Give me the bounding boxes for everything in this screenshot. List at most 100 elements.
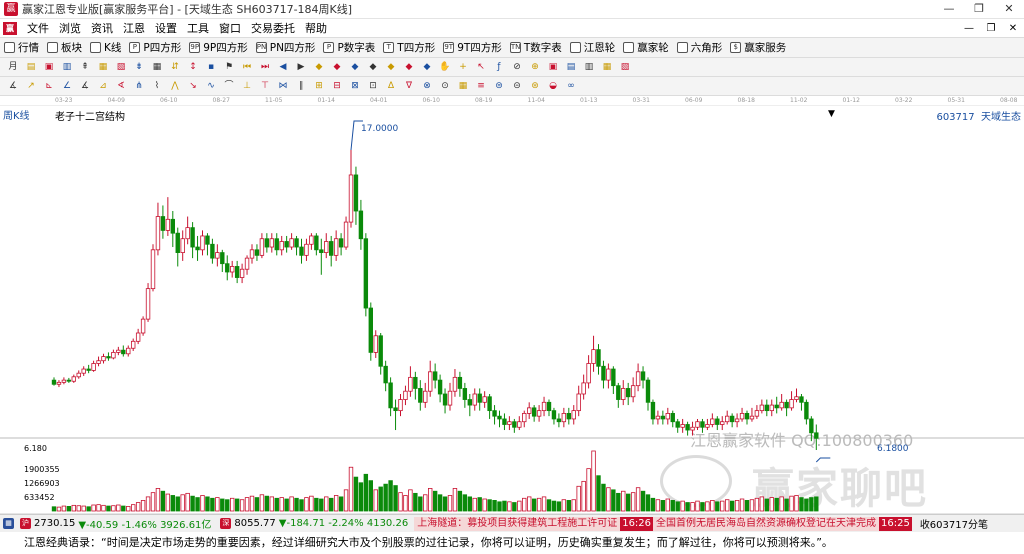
chart-tool-18-icon[interactable]: ◆ <box>330 60 344 74</box>
chart-tool-12-icon[interactable]: ⚑ <box>222 60 236 74</box>
toolbar-item-4[interactable]: 9P 9P四方形 <box>185 40 252 55</box>
toolbar-item-7[interactable]: T T四方形 <box>379 40 439 55</box>
child-close-button[interactable]: ✕ <box>1002 19 1024 38</box>
chart-tool-33-icon[interactable]: ▦ <box>600 60 614 74</box>
toolbar-item-5[interactable]: PN PN四方形 <box>252 40 320 55</box>
close-button[interactable]: ✕ <box>994 0 1024 19</box>
draw-tool-19-icon[interactable]: ⊠ <box>348 79 362 93</box>
chart-tool-29-icon[interactable]: ⊕ <box>528 60 542 74</box>
toolbar-item-6[interactable]: P P数字表 <box>319 40 379 55</box>
draw-tool-22-icon[interactable]: ∇ <box>402 79 416 93</box>
chart-tool-2-icon[interactable]: ▣ <box>42 60 56 74</box>
chart-tool-25-icon[interactable]: + <box>456 60 470 74</box>
toolbar-item-13[interactable]: $ 赢家服务 <box>726 40 790 55</box>
menu-window[interactable]: 窗口 <box>214 20 246 36</box>
toolbar-item-0[interactable]: 行情 <box>0 40 43 55</box>
toolbar-item-11[interactable]: 赢家轮 <box>619 40 673 55</box>
chart-tool-9-icon[interactable]: ⇵ <box>168 60 182 74</box>
draw-tool-6-icon[interactable]: ∢ <box>114 79 128 93</box>
draw-tool-8-icon[interactable]: ⌇ <box>150 79 164 93</box>
chart-tool-19-icon[interactable]: ◆ <box>348 60 362 74</box>
child-restore-button[interactable]: ❐ <box>980 19 1002 38</box>
draw-tool-11-icon[interactable]: ∿ <box>204 79 218 93</box>
chart-tool-34-icon[interactable]: ▧ <box>618 60 632 74</box>
kline-chart[interactable] <box>0 120 1024 514</box>
menu-settings[interactable]: 设置 <box>150 20 182 36</box>
draw-tool-9-icon[interactable]: ⋀ <box>168 79 182 93</box>
toolbar-item-8[interactable]: 9T 9T四方形 <box>439 40 506 55</box>
chart-tool-22-icon[interactable]: ◆ <box>402 60 416 74</box>
draw-tool-20-icon[interactable]: ⊡ <box>366 79 380 93</box>
menu-trade[interactable]: 交易委托 <box>246 20 300 36</box>
chart-tool-5-icon[interactable]: ▦ <box>96 60 110 74</box>
chart-tool-30-icon[interactable]: ▣ <box>546 60 560 74</box>
chart-tool-14-icon[interactable]: ⏭ <box>258 60 272 74</box>
ticker-grid-icon[interactable]: ▦ <box>3 518 14 529</box>
chart-tool-17-icon[interactable]: ◆ <box>312 60 326 74</box>
chart-tool-10-icon[interactable]: ↕ <box>186 60 200 74</box>
chart-tool-23-icon[interactable]: ◆ <box>420 60 434 74</box>
chart-tool-15-icon[interactable]: ◀ <box>276 60 290 74</box>
chart-tool-26-icon[interactable]: ↖ <box>474 60 488 74</box>
draw-tool-28-icon[interactable]: ⊝ <box>510 79 524 93</box>
draw-tool-12-icon[interactable]: ⌒ <box>222 79 236 93</box>
chart-tool-4-icon[interactable]: ⇞ <box>78 60 92 74</box>
chart-tool-20-icon[interactable]: ◆ <box>366 60 380 74</box>
menu-browse[interactable]: 浏览 <box>54 20 86 36</box>
indicator-dropdown-icon[interactable]: ▼ <box>828 109 835 119</box>
news-ticker[interactable]: 上海隧道：募投项目获得建筑工程施工许可证 16:26 全国首例无居民海岛自然资源… <box>414 515 912 532</box>
menu-info[interactable]: 资讯 <box>86 20 118 36</box>
chart-tool-21-icon[interactable]: ◆ <box>384 60 398 74</box>
toolbar-item-10[interactable]: 江恩轮 <box>566 40 620 55</box>
draw-tool-5-icon[interactable]: ⊿ <box>96 79 110 93</box>
draw-tool-15-icon[interactable]: ⋈ <box>276 79 290 93</box>
toolbar-item-2[interactable]: K线 <box>86 40 125 55</box>
draw-tool-25-icon[interactable]: ▦ <box>456 79 470 93</box>
draw-tool-21-icon[interactable]: ∆ <box>384 79 398 93</box>
draw-tool-26-icon[interactable]: ≡ <box>474 79 488 93</box>
maximize-button[interactable]: ❐ <box>964 0 994 19</box>
chart-tool-16-icon[interactable]: ▶ <box>294 60 308 74</box>
menu-tools[interactable]: 工具 <box>182 20 214 36</box>
chart-tool-32-icon[interactable]: ▥ <box>582 60 596 74</box>
draw-tool-31-icon[interactable]: ∞ <box>564 79 578 93</box>
chart-tool-27-icon[interactable]: ƒ <box>492 60 506 74</box>
chart-tool-11-icon[interactable]: ▪ <box>204 60 218 74</box>
chart-tool-0-icon[interactable]: 月 <box>6 60 20 74</box>
chart-tool-28-icon[interactable]: ⊘ <box>510 60 524 74</box>
toolbar-item-1[interactable]: 板块 <box>43 40 86 55</box>
draw-tool-14-icon[interactable]: ⊤ <box>258 79 272 93</box>
draw-tool-0-icon[interactable]: ∡ <box>6 79 20 93</box>
menu-help[interactable]: 帮助 <box>300 20 332 36</box>
news-item-1[interactable]: 上海隧道：募投项目获得建筑工程施工许可证 <box>414 516 621 531</box>
draw-tool-4-icon[interactable]: ∡ <box>78 79 92 93</box>
draw-tool-18-icon[interactable]: ⊟ <box>330 79 344 93</box>
draw-tool-17-icon[interactable]: ⊞ <box>312 79 326 93</box>
chart-tool-13-icon[interactable]: ⏮ <box>240 60 254 74</box>
draw-tool-27-icon[interactable]: ⊜ <box>492 79 506 93</box>
draw-tool-30-icon[interactable]: ◒ <box>546 79 560 93</box>
toolbar-item-9[interactable]: TN T数字表 <box>506 40 566 55</box>
draw-tool-10-icon[interactable]: ↘ <box>186 79 200 93</box>
menu-file[interactable]: 文件 <box>22 20 54 36</box>
chart-tool-24-icon[interactable]: ✋ <box>438 60 452 74</box>
chart-tool-31-icon[interactable]: ▤ <box>564 60 578 74</box>
draw-tool-13-icon[interactable]: ⊥ <box>240 79 254 93</box>
menu-gann[interactable]: 江恩 <box>118 20 150 36</box>
draw-tool-16-icon[interactable]: ∥ <box>294 79 308 93</box>
chart-tool-6-icon[interactable]: ▧ <box>114 60 128 74</box>
chart-tool-7-icon[interactable]: ⇟ <box>132 60 146 74</box>
toolbar-item-12[interactable]: 六角形 <box>673 40 727 55</box>
news-item-2[interactable]: 全国首例无居民海岛自然资源确权登记在天津完成 <box>653 516 880 531</box>
draw-tool-1-icon[interactable]: ↗ <box>24 79 38 93</box>
draw-tool-3-icon[interactable]: ∠ <box>60 79 74 93</box>
chart-tool-3-icon[interactable]: ▥ <box>60 60 74 74</box>
toolbar-item-3[interactable]: P P四方形 <box>125 40 185 55</box>
chart-tool-1-icon[interactable]: ▤ <box>24 60 38 74</box>
draw-tool-2-icon[interactable]: ⊾ <box>42 79 56 93</box>
draw-tool-23-icon[interactable]: ⊗ <box>420 79 434 93</box>
draw-tool-7-icon[interactable]: ⋔ <box>132 79 146 93</box>
minimize-button[interactable]: — <box>934 0 964 19</box>
draw-tool-24-icon[interactable]: ⊙ <box>438 79 452 93</box>
draw-tool-29-icon[interactable]: ⊛ <box>528 79 542 93</box>
